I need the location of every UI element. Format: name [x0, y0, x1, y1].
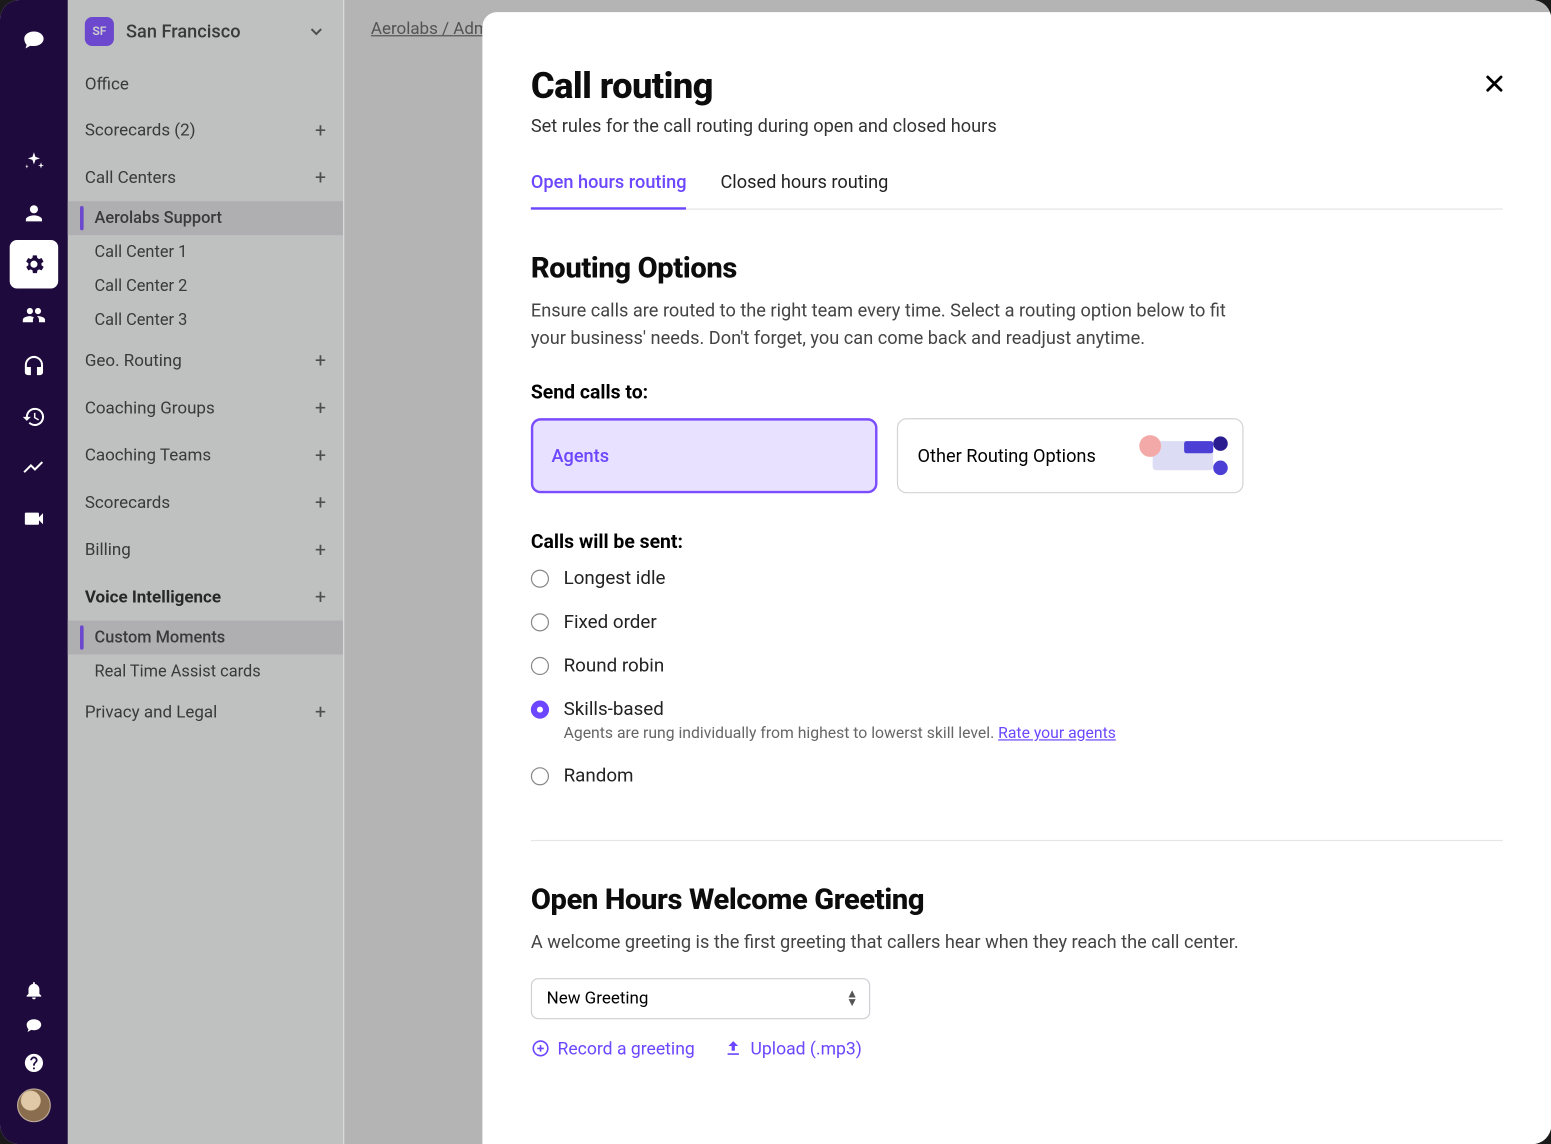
upload-icon	[724, 1039, 743, 1058]
headset-icon[interactable]	[10, 342, 58, 390]
plus-icon[interactable]: +	[315, 491, 326, 514]
sidebar-item-label: Geo. Routing	[85, 351, 315, 370]
close-button[interactable]	[1481, 70, 1508, 102]
call-routing-modal: Call routing Set rules for the call rout…	[482, 12, 1551, 1144]
sidebar-item-label: Caoching Teams	[85, 445, 315, 464]
sidebar-sub-item[interactable]: Real Time Assist cards	[68, 654, 343, 688]
sidebar-sub-item[interactable]: Aerolabs Support	[68, 201, 343, 235]
sparkle-icon[interactable]	[10, 138, 58, 186]
plus-icon[interactable]: +	[315, 119, 326, 142]
plus-circle-icon	[531, 1039, 550, 1058]
radio-label: Fixed order	[564, 611, 657, 633]
radio-option[interactable]: Longest idle	[531, 567, 1503, 589]
radio-indicator	[531, 767, 549, 785]
tabs: Open hours routing Closed hours routing	[531, 171, 1503, 210]
sidebar-item-label: Billing	[85, 540, 315, 559]
workspace-name: San Francisco	[126, 21, 294, 43]
plus-icon[interactable]: +	[315, 701, 326, 724]
sidebar-item[interactable]: Caoching Teams+	[68, 431, 343, 478]
sidebar-item-label: Voice Intelligence	[85, 587, 315, 606]
video-icon[interactable]	[10, 494, 58, 542]
radio-label: Random	[564, 765, 634, 787]
sidebar-item[interactable]: Privacy and Legal+	[68, 688, 343, 735]
routing-description: Ensure calls are routed to the right tea…	[531, 297, 1246, 352]
sidebar-sub-item[interactable]: Custom Moments	[68, 621, 343, 655]
radio-option[interactable]: Round robin	[531, 654, 1503, 676]
radio-option[interactable]: Random	[531, 765, 1503, 787]
sidebar-item-label: Coaching Groups	[85, 398, 315, 417]
chat-icon[interactable]	[23, 1016, 45, 1038]
workspace-badge: SF	[85, 17, 114, 46]
sidebar-item-label: Call Centers	[85, 168, 315, 187]
rate-agents-link[interactable]: Rate your agents	[998, 725, 1116, 743]
routing-illustration	[1133, 431, 1230, 479]
upload-greeting-button[interactable]: Upload (.mp3)	[724, 1038, 862, 1059]
greeting-heading: Open Hours Welcome Greeting	[531, 882, 1503, 916]
routing-card-agents[interactable]: Agents	[531, 418, 878, 493]
greeting-select[interactable]: New Greeting	[531, 977, 870, 1018]
app-logo	[19, 27, 48, 56]
routing-card-other[interactable]: Other Routing Options	[897, 418, 1244, 493]
sidebar-sub-item[interactable]: Call Center 2	[68, 269, 343, 303]
sidebar-item[interactable]: Billing+	[68, 526, 343, 573]
tab[interactable]: Open hours routing	[531, 171, 687, 210]
plus-icon[interactable]: +	[315, 444, 326, 467]
radio-indicator	[531, 701, 549, 719]
plus-icon[interactable]: +	[315, 349, 326, 372]
user-icon[interactable]	[10, 189, 58, 237]
tab[interactable]: Closed hours routing	[720, 171, 888, 210]
divider	[531, 840, 1503, 841]
history-icon[interactable]	[10, 393, 58, 441]
sidebar-item-label: Scorecards (2)	[85, 121, 315, 140]
analytics-icon[interactable]	[10, 444, 58, 492]
plus-icon[interactable]: +	[315, 166, 326, 189]
radio-option[interactable]: Skills-based Agents are rung individually…	[531, 698, 1503, 743]
sidebar-item[interactable]: Scorecards+	[68, 479, 343, 526]
card-label: Agents	[551, 445, 609, 467]
sidebar-sub-item[interactable]: Call Center 3	[68, 303, 343, 337]
calls-sent-label: Calls will be sent:	[531, 530, 1503, 553]
send-calls-to-label: Send calls to:	[531, 381, 1503, 404]
team-icon[interactable]	[10, 291, 58, 339]
card-label: Other Routing Options	[917, 445, 1095, 467]
sidebar-sub-item[interactable]: Call Center 1	[68, 235, 343, 269]
radio-label: Round robin	[564, 654, 665, 676]
close-icon	[1481, 70, 1508, 97]
radio-indicator	[531, 570, 549, 588]
workspace-switcher[interactable]: SF San Francisco	[68, 0, 343, 63]
sidebar-item[interactable]: Call Centers+	[68, 154, 343, 201]
settings-icon[interactable]	[10, 240, 58, 288]
radio-option[interactable]: Fixed order	[531, 611, 1503, 633]
sidebar-item[interactable]: Voice Intelligence+	[68, 573, 343, 620]
radio-indicator	[531, 657, 549, 675]
modal-subtitle: Set rules for the call routing during op…	[531, 115, 1503, 137]
sidebar: SF San Francisco OfficeScorecards (2)+Ca…	[68, 0, 344, 1144]
user-avatar[interactable]	[17, 1088, 51, 1122]
sidebar-item-label: Office	[85, 75, 326, 94]
bell-icon[interactable]	[23, 979, 45, 1001]
radio-label: Longest idle	[564, 567, 666, 589]
greeting-description: A welcome greeting is the first greeting…	[531, 928, 1246, 955]
chevron-down-icon	[307, 22, 326, 41]
plus-icon[interactable]: +	[315, 538, 326, 561]
sidebar-item-label: Scorecards	[85, 493, 315, 512]
plus-icon[interactable]: +	[315, 585, 326, 608]
record-greeting-button[interactable]: Record a greeting	[531, 1038, 695, 1059]
sidebar-item[interactable]: Geo. Routing+	[68, 337, 343, 384]
sidebar-item[interactable]: Office	[68, 63, 343, 107]
modal-title: Call routing	[531, 65, 1503, 107]
sidebar-item[interactable]: Coaching Groups+	[68, 384, 343, 431]
radio-subtext: Agents are rung individually from highes…	[564, 725, 1116, 743]
sidebar-item[interactable]: Scorecards (2)+	[68, 107, 343, 154]
radio-indicator	[531, 613, 549, 631]
radio-label: Skills-based	[564, 698, 1116, 720]
help-icon[interactable]	[23, 1052, 45, 1074]
routing-heading: Routing Options	[531, 251, 1503, 285]
sidebar-item-label: Privacy and Legal	[85, 702, 315, 721]
plus-icon[interactable]: +	[315, 396, 326, 419]
